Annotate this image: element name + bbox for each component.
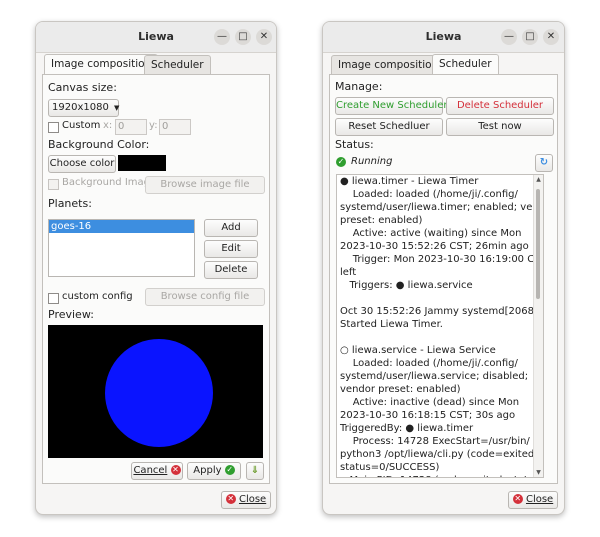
- status-line: [337, 331, 543, 344]
- close-label: Close: [238, 494, 267, 505]
- download-button[interactable]: ⇓: [246, 462, 264, 480]
- status-line: preset: enabled): [340, 215, 423, 226]
- status-label: Status:: [335, 138, 374, 151]
- canvas-size-label: Canvas size:: [48, 81, 117, 94]
- download-icon: ⇓: [250, 465, 260, 476]
- close-icon: ✕: [225, 494, 236, 504]
- status-line: left: [340, 267, 357, 278]
- planet-disc: [105, 339, 213, 447]
- refresh-icon: ↻: [539, 157, 549, 168]
- cancel-button[interactable]: Cancel ✕: [131, 462, 183, 480]
- status-line: ○ liewa.service - Liewa Service: [340, 345, 496, 356]
- close-window-button[interactable]: ✕: [256, 29, 272, 45]
- scroll-thumb[interactable]: [536, 189, 540, 299]
- minimize-button[interactable]: —: [501, 29, 517, 45]
- status-line: TriggeredBy: ● liewa.timer: [340, 423, 474, 434]
- close-button[interactable]: ✕ Close: [221, 491, 271, 509]
- minimize-button[interactable]: —: [214, 29, 230, 45]
- edit-planet-button[interactable]: Edit: [204, 240, 258, 258]
- close-icon: ✕: [512, 494, 523, 504]
- close-button[interactable]: ✕ Close: [508, 491, 558, 509]
- left-titlebar: Liewa — □ ✕: [36, 22, 276, 53]
- reset-scheduler-button[interactable]: Reset Schedluer: [335, 118, 443, 136]
- y-input[interactable]: 0: [159, 119, 191, 135]
- refresh-button[interactable]: ↻: [535, 154, 553, 172]
- status-line: vendor preset: enabled): [340, 384, 461, 395]
- apply-button[interactable]: Apply ✓: [187, 462, 241, 480]
- right-titlebar: Liewa — □ ✕: [323, 22, 564, 53]
- status-line: ● liewa.timer - Liewa Timer: [340, 176, 479, 187]
- right-window: Liewa — □ ✕ Image composition Scheduler …: [322, 21, 565, 515]
- status-line: Loaded: loaded (/home/ji/.config/: [340, 358, 518, 369]
- status-line: systemd/user/liewa.timer; enabled; vendo…: [340, 202, 544, 213]
- delete-planet-button[interactable]: Delete: [204, 261, 258, 279]
- tab-image-composition[interactable]: Image composition: [331, 55, 446, 75]
- tab-image-composition[interactable]: Image composition: [44, 54, 159, 75]
- add-planet-button[interactable]: Add: [204, 219, 258, 237]
- status-line: Active: inactive (dead) since Mon: [340, 397, 520, 408]
- status-line: Process: 14728 ExecStart=/usr/bin/: [340, 436, 530, 447]
- status-line: Started Liewa Timer.: [340, 319, 443, 330]
- background-image-checkbox[interactable]: [48, 179, 59, 190]
- canvas-size-select[interactable]: 1920x1080 ▼: [48, 99, 119, 117]
- canvas-size-value: 1920x1080: [52, 102, 109, 113]
- maximize-button[interactable]: □: [235, 29, 251, 45]
- delete-scheduler-button[interactable]: Delete Scheduler: [446, 97, 554, 115]
- browse-image-button[interactable]: Browse image file: [145, 176, 265, 194]
- background-image-label: Background Image: [62, 177, 157, 188]
- color-swatch[interactable]: [118, 155, 166, 171]
- background-color-label: Background Color:: [48, 138, 150, 151]
- close-window-button[interactable]: ✕: [543, 29, 559, 45]
- browse-config-button[interactable]: Browse config file: [145, 288, 265, 306]
- preview-label: Preview:: [48, 308, 94, 321]
- maximize-button[interactable]: □: [522, 29, 538, 45]
- scroll-up-icon: ▲: [536, 176, 541, 183]
- chevron-down-icon: ▼: [114, 104, 120, 112]
- custom-config-label: custom config: [62, 291, 133, 302]
- scrollbar[interactable]: ▲ ▼: [533, 175, 543, 477]
- status-lines: ● liewa.timer - Liewa Timer Loaded: load…: [337, 175, 544, 477]
- cancel-label: Cancel: [133, 465, 168, 476]
- test-now-button[interactable]: Test now: [446, 118, 554, 136]
- scroll-down-icon: ▼: [536, 469, 541, 476]
- image-composition-panel: Canvas size: 1920x1080 ▼ Custom x: 0 y: …: [42, 74, 270, 484]
- y-label: y:: [149, 120, 158, 131]
- status-line: [337, 292, 543, 305]
- planet-item[interactable]: goes-16: [49, 220, 194, 233]
- preview-canvas: [48, 325, 263, 458]
- custom-checkbox[interactable]: [48, 122, 59, 133]
- tab-scheduler[interactable]: Scheduler: [432, 54, 499, 75]
- choose-color-button[interactable]: Choose color: [48, 155, 116, 173]
- status-line: 2023-10-30 15:52:26 CST; 26min ago: [340, 241, 529, 252]
- close-label: Close: [525, 494, 554, 505]
- status-line: Trigger: Mon 2023-10-30 16:19:00 CST; 14…: [352, 254, 543, 265]
- status-line: 2023-10-30 16:18:15 CST; 30s ago: [340, 410, 516, 421]
- running-icon: ✓: [336, 157, 346, 167]
- tab-scheduler[interactable]: Scheduler: [144, 55, 211, 75]
- status-output[interactable]: ● liewa.timer - Liewa Timer Loaded: load…: [336, 174, 544, 478]
- status-line: Main PID: 14728 (code=exited, status=0/: [337, 474, 543, 477]
- custom-config-checkbox[interactable]: [48, 293, 59, 304]
- planets-list[interactable]: goes-16: [48, 219, 195, 277]
- status-line: systemd/user/liewa.service; disabled;: [340, 371, 529, 382]
- apply-label: Apply: [193, 465, 222, 476]
- status-line: status=0/SUCCESS): [340, 462, 440, 473]
- left-window: Liewa — □ ✕ Image composition Scheduler …: [35, 21, 277, 515]
- cancel-icon: ✕: [170, 465, 181, 475]
- running-status: Running: [351, 156, 393, 167]
- status-line: Oct 30 15:52:26 Jammy systemd[2068]:: [340, 306, 542, 317]
- manage-label: Manage:: [335, 80, 383, 93]
- status-line: python3 /opt/liewa/cli.py (code=exited,: [340, 449, 538, 460]
- status-line: Active: active (waiting) since Mon: [340, 228, 522, 239]
- x-label: x:: [103, 120, 113, 131]
- planets-label: Planets:: [48, 197, 92, 210]
- create-scheduler-button[interactable]: Create New Scheduler: [335, 97, 447, 115]
- x-input[interactable]: 0: [115, 119, 147, 135]
- status-line: Loaded: loaded (/home/ji/.config/: [340, 189, 518, 200]
- checkmark-icon: ✓: [224, 465, 235, 475]
- status-line: Triggers: ● liewa.service: [340, 280, 473, 291]
- custom-label: Custom: [62, 120, 101, 131]
